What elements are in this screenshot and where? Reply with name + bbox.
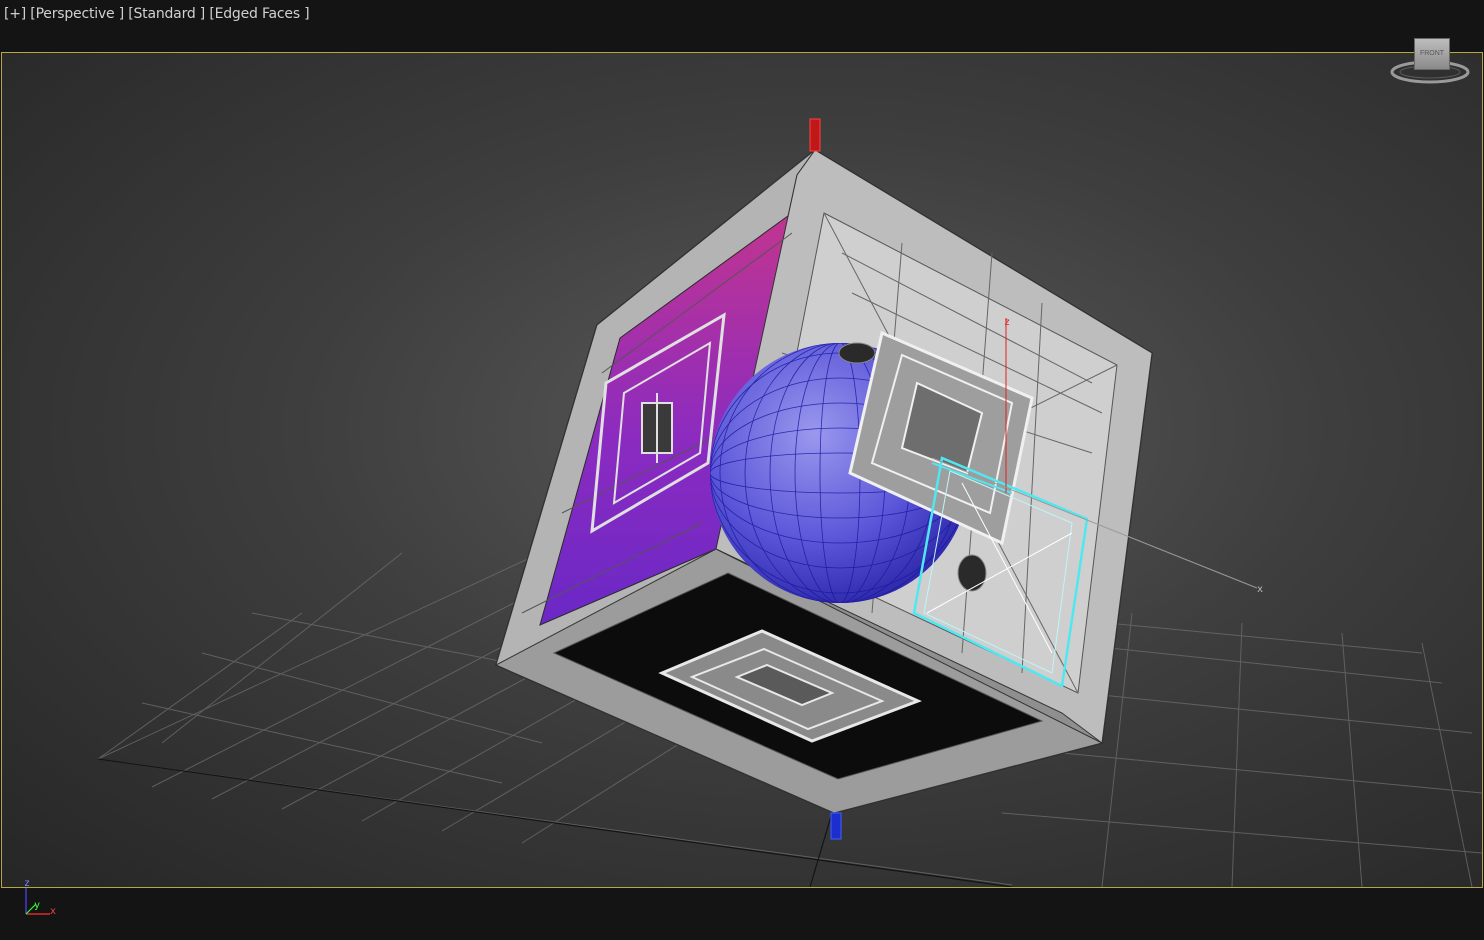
viewport-footer [0,888,1484,940]
tripod-z-label: z [24,878,31,889]
viewcube-icon[interactable]: FRONT [1388,34,1472,88]
z-axis-marker-top [809,118,821,152]
scene-canvas[interactable]: z x [2,53,1482,887]
perspective-viewport[interactable]: z x [1,52,1483,888]
tripod-y-label: y [34,900,41,911]
world-axis-line [809,812,833,887]
axis-tripod-icon: z y x [20,878,64,920]
y-axis-marker-bottom [830,812,842,840]
viewport-label-menu[interactable]: [+] [Perspective ] [Standard ] [Edged Fa… [4,6,310,22]
tripod-x-label: x [50,906,57,917]
gizmo-z-label: z [1004,317,1010,328]
gizmo-x-label: x [1257,584,1263,595]
viewport-header: [+] [Perspective ] [Standard ] [Edged Fa… [0,0,1484,52]
viewcube-front-face[interactable]: FRONT [1414,38,1450,70]
